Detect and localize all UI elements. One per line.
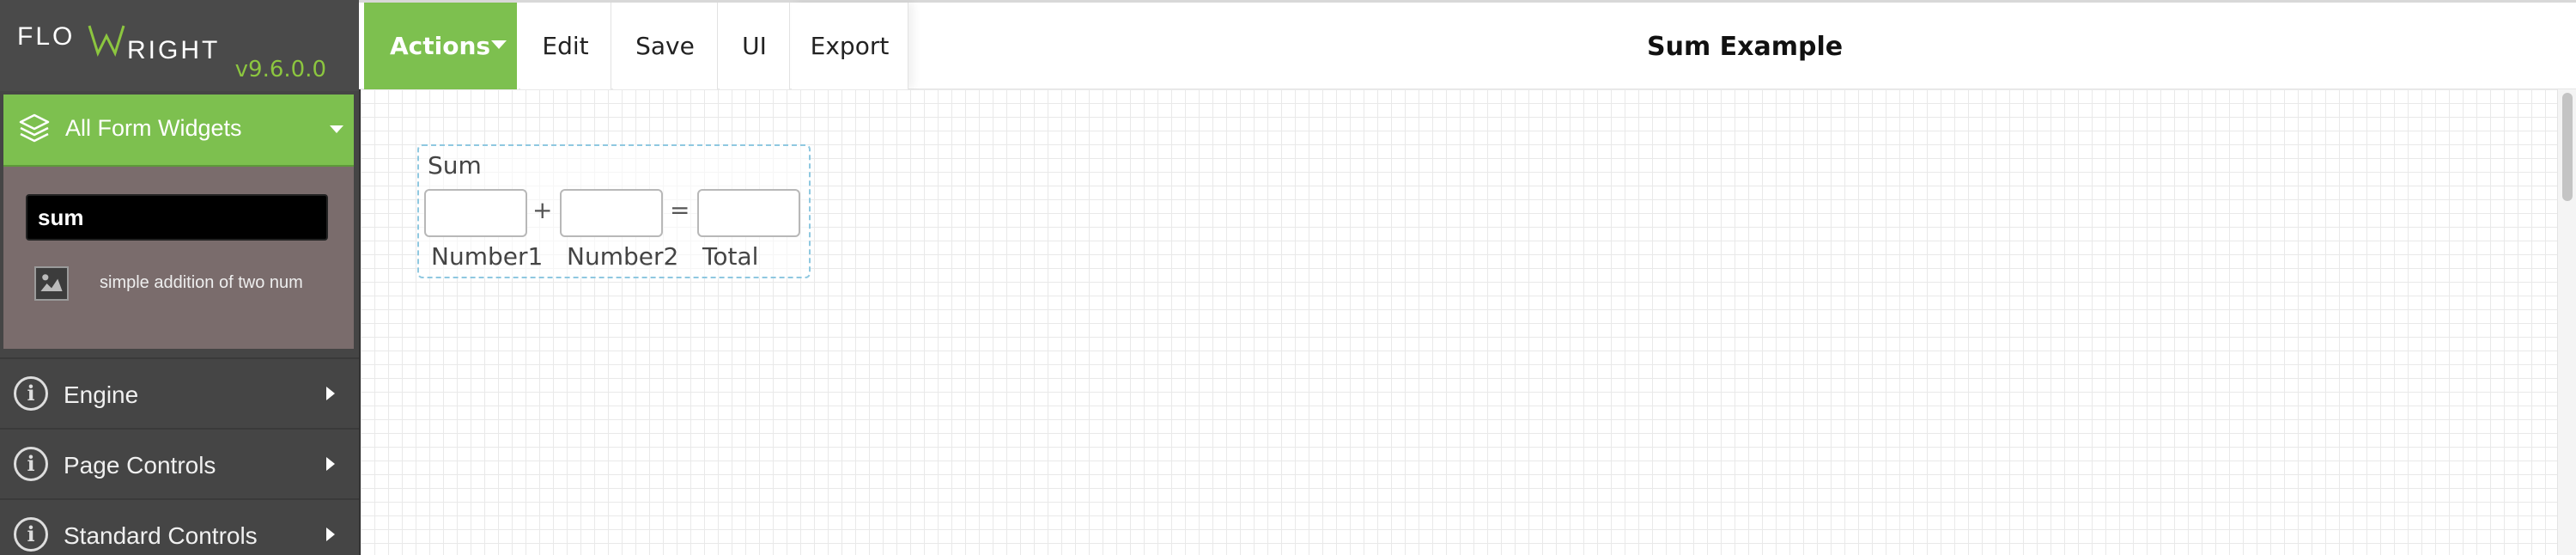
sidebar-item-engine[interactable]: i Engine [0, 357, 359, 426]
chevron-right-icon [326, 387, 335, 400]
edit-button[interactable]: Edit [520, 3, 611, 89]
info-icon: i [14, 517, 48, 552]
sum-widget[interactable]: Sum + = Number1 Number2 Total [417, 144, 811, 278]
save-button[interactable]: Save [613, 3, 718, 89]
actions-label: Actions [390, 32, 491, 60]
export-button[interactable]: Export [792, 3, 908, 89]
toolbar: Actions Edit Save UI Export Sum Example [359, 0, 2576, 89]
widget-result-description: simple addition of two num [100, 273, 303, 292]
actions-button[interactable]: Actions [364, 3, 519, 89]
sum-widget-caption: Sum [428, 151, 482, 180]
sidebar-item-standard-controls[interactable]: i Standard Controls [0, 498, 359, 555]
svg-text:FLO: FLO [17, 22, 75, 51]
widgets-panel-title: All Form Widgets [65, 115, 242, 141]
total-label: Total [702, 242, 759, 271]
caret-down-icon [491, 40, 507, 49]
design-canvas[interactable]: Sum + = Number1 Number2 Total [361, 89, 2557, 555]
widget-thumbnail-icon [34, 266, 69, 301]
chevron-right-icon [326, 457, 335, 471]
number1-label: Number1 [431, 242, 544, 271]
sidebar-item-page-controls[interactable]: i Page Controls [0, 428, 359, 497]
equals-sign: = [670, 196, 690, 224]
brand-area: FLO RIGHT v9.6.0.0 [0, 0, 359, 91]
chevron-right-icon [326, 528, 335, 541]
sidebar: FLO RIGHT v9.6.0.0 All Form Widgets simp… [0, 0, 359, 555]
widget-search-input[interactable] [26, 194, 328, 241]
widgets-panel: All Form Widgets simple addition of two … [3, 95, 354, 349]
sidebar-item-label: Page Controls [64, 452, 216, 479]
sidebar-item-label: Standard Controls [64, 522, 258, 549]
number2-label: Number2 [567, 242, 679, 271]
ui-button[interactable]: UI [720, 3, 790, 89]
svg-text:RIGHT: RIGHT [127, 36, 220, 60]
plus-sign: + [532, 196, 553, 224]
widget-result-item[interactable]: simple addition of two num [29, 263, 354, 308]
scrollbar-thumb[interactable] [2562, 93, 2573, 201]
info-icon: i [14, 447, 48, 481]
sidebar-item-label: Engine [64, 381, 139, 408]
number1-input[interactable] [424, 189, 527, 237]
page-title: Sum Example [1647, 32, 1844, 62]
caret-down-icon [330, 125, 343, 133]
flowright-logo: FLO RIGHT [17, 22, 220, 60]
number2-input[interactable] [560, 189, 663, 237]
total-input[interactable] [697, 189, 800, 237]
widgets-panel-header[interactable]: All Form Widgets [3, 95, 354, 167]
version-label: v9.6.0.0 [234, 57, 326, 82]
info-icon: i [14, 376, 48, 411]
layers-icon [19, 113, 50, 143]
vertical-scrollbar[interactable] [2557, 89, 2576, 555]
